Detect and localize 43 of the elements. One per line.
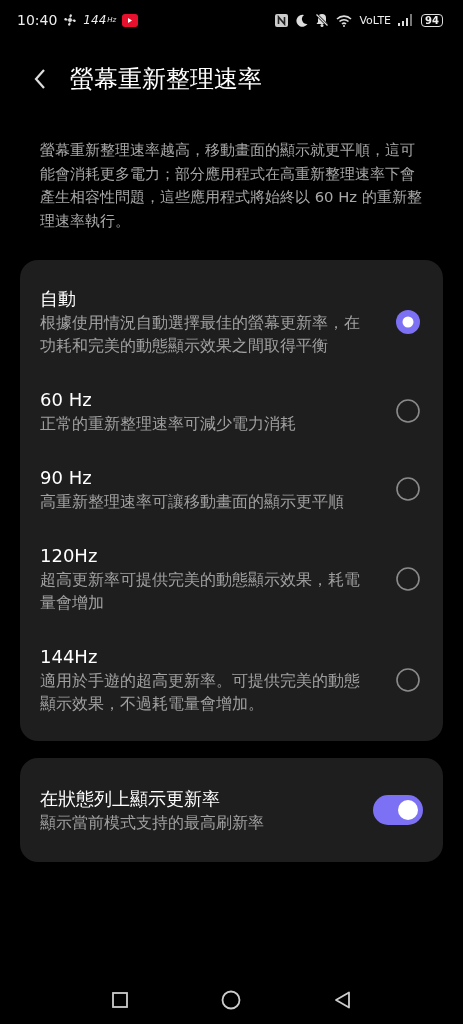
refresh-rate-option[interactable]: 120Hz 超高更新率可提供完美的動態顯示效果，耗電量會增加 <box>20 528 443 629</box>
back-icon <box>34 68 46 90</box>
signal-icon <box>398 14 415 26</box>
recent-apps-button[interactable] <box>111 992 128 1008</box>
option-description: 超高更新率可提供完美的動態顯示效果，耗電量會增加 <box>40 570 360 614</box>
option-title: 自動 <box>40 287 77 311</box>
clock-time: 10:40 <box>17 12 58 28</box>
description-text: 螢幕重新整理速率越高，移動畫面的顯示就更平順，這可能會消耗更多電力；部分應用程式在高重新整理速率下會產生相容性問題，這些應用程式將始終以 60 Hz 的重新整理速率執行。 <box>40 140 423 231</box>
option-title: 144Hz <box>40 645 99 669</box>
radio-button[interactable] <box>396 477 420 501</box>
toggle-switch[interactable] <box>373 795 423 825</box>
refresh-rate-option[interactable]: 60 Hz 正常的重新整理速率可減少電力消耗 <box>20 372 443 450</box>
option-title: 120Hz <box>40 544 99 568</box>
triangle-icon <box>333 991 352 1009</box>
radio-button[interactable] <box>396 399 420 423</box>
radio-button[interactable] <box>396 566 420 591</box>
home-button[interactable] <box>220 990 241 1010</box>
setting-title: 在狀態列上顯示更新率 <box>40 787 221 811</box>
page-title: 螢幕重新整理速率 <box>70 64 262 95</box>
refresh-rate-option[interactable]: 90 Hz 高重新整理速率可讓移動畫面的顯示更平順 <box>20 450 443 528</box>
refresh-rate-value: 144 <box>83 13 107 27</box>
refresh-rate-option[interactable]: 自動 根據使用情況自動選擇最佳的螢幕更新率，在功耗和完美的動態顯示效果之間取得平衡 <box>20 271 443 372</box>
nfc-icon <box>275 13 289 27</box>
square-icon <box>111 992 128 1008</box>
option-description: 高重新整理速率可讓移動畫面的顯示更平順 <box>40 492 345 513</box>
battery-level: 94 <box>421 13 443 27</box>
network-type: VoLTE <box>359 13 392 27</box>
option-description: 根據使用情況自動選擇最佳的螢幕更新率，在功耗和完美的動態顯示效果之間取得平衡 <box>40 313 360 357</box>
option-description: 正常的重新整理速率可減少電力消耗 <box>40 414 297 435</box>
setting-description: 顯示當前模式支持的最高刷新率 <box>40 813 265 834</box>
option-title: 60 Hz <box>40 388 93 412</box>
wifi-icon <box>336 13 353 27</box>
radio-button[interactable] <box>396 309 420 334</box>
circle-icon <box>220 990 241 1010</box>
refresh-rate-option[interactable]: 144Hz 適用於手遊的超高更新率。可提供完美的動態顯示效果，不過耗電量會增加。 <box>20 629 443 730</box>
muted-bell-icon <box>315 13 330 27</box>
moon-icon <box>295 13 309 27</box>
radio-button[interactable] <box>396 667 420 692</box>
fan-icon <box>63 13 78 27</box>
option-title: 90 Hz <box>40 466 93 490</box>
back-nav-button[interactable] <box>333 991 352 1009</box>
option-description: 適用於手遊的超高更新率。可提供完美的動態顯示效果，不過耗電量會增加。 <box>40 671 360 715</box>
video-app-icon <box>122 13 139 27</box>
